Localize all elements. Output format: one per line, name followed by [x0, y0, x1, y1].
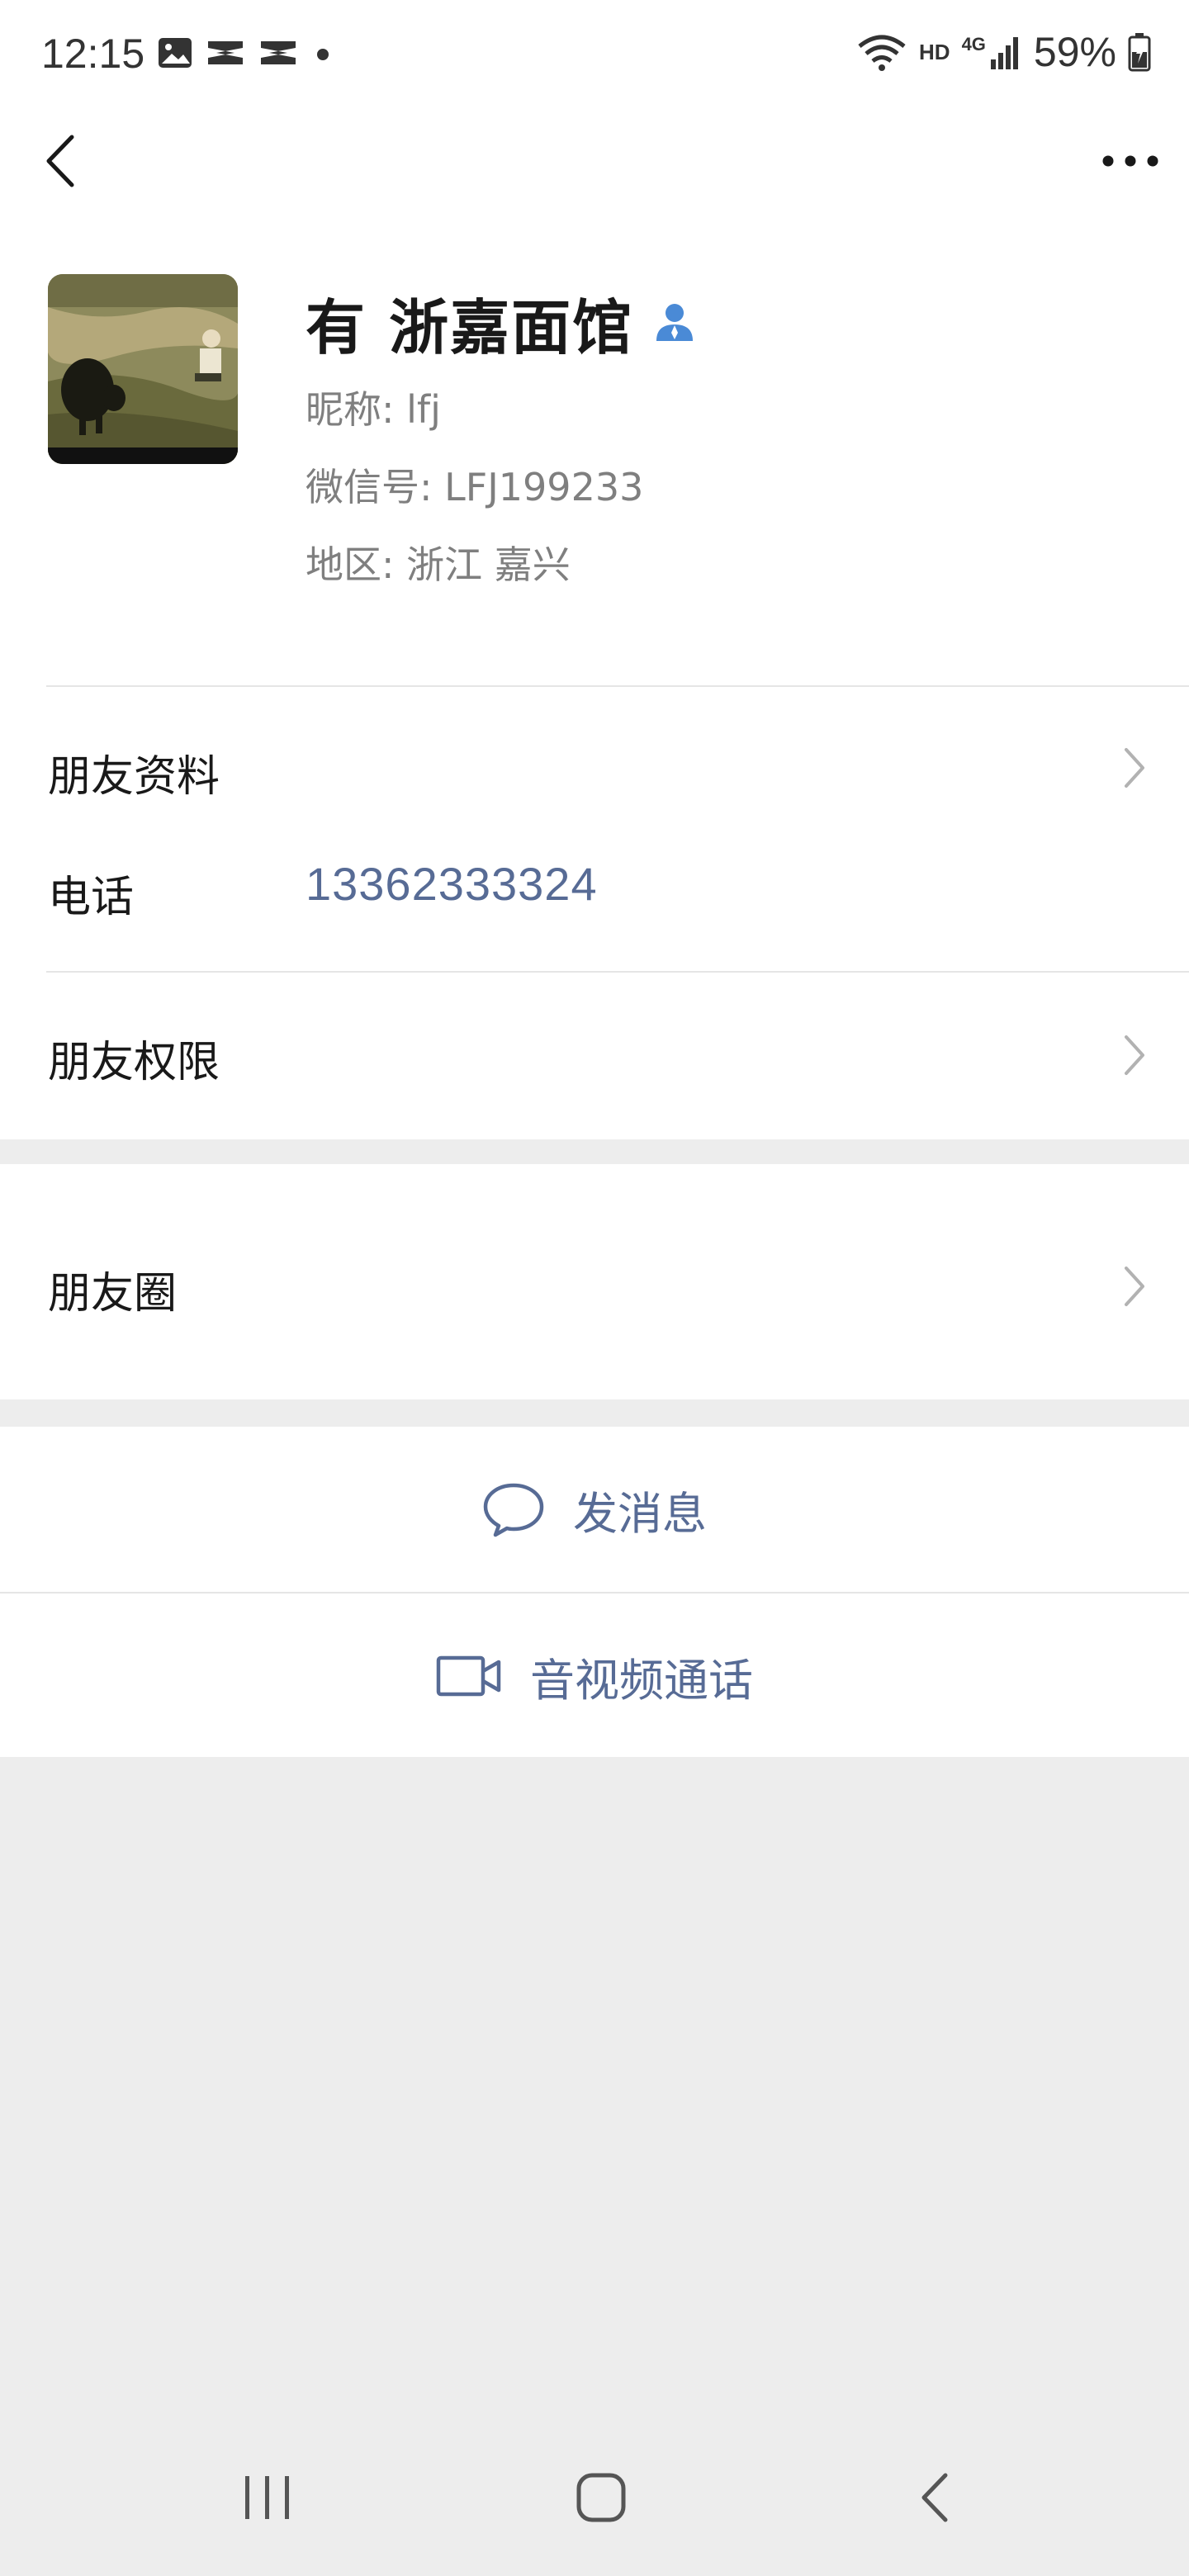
display-name: 有 浙嘉面馆 — [306, 293, 634, 362]
wifi-icon — [858, 35, 906, 71]
region-value: 浙江 嘉兴 — [406, 542, 571, 587]
friend-info-label: 朋友资料 — [48, 752, 220, 802]
moments-row[interactable]: 朋友圈 — [0, 1164, 1189, 1399]
region-line: 地区: 浙江 嘉兴 — [306, 535, 571, 590]
network-label: HD — [919, 39, 950, 64]
wechat-id-line: 微信号: LFJ199233 — [306, 457, 643, 512]
friend-permissions-label: 朋友权限 — [48, 1038, 220, 1087]
notification-icons — [157, 36, 335, 69]
status-bar: 12:15 HD 4G 59% — [0, 0, 1189, 107]
dot-icon — [317, 49, 329, 60]
status-time: 12:15 — [41, 31, 145, 77]
chevron-left-icon — [46, 135, 74, 187]
capcut-icon — [208, 41, 243, 64]
wechat-id-label: 微信号: — [306, 465, 445, 509]
battery-text: 59% — [1033, 29, 1116, 75]
video-call-label: 音视频通话 — [530, 1654, 753, 1707]
name-row: 有 浙嘉面馆 — [306, 279, 698, 366]
chevron-right-icon — [1125, 1267, 1144, 1306]
actions-section: 发消息 音视频通话 — [0, 1427, 1189, 1757]
system-back-button[interactable] — [885, 2460, 984, 2535]
battery-icon — [1128, 33, 1151, 72]
chevron-right-icon — [1125, 1035, 1144, 1075]
moments-section: 朋友圈 — [0, 1164, 1189, 1399]
friend-permissions-row[interactable]: 朋友权限 — [0, 973, 1189, 1138]
back-icon — [921, 2473, 948, 2522]
chevron-right-icon — [1125, 748, 1144, 788]
info-section: 朋友资料 电话 13362333324 朋友权限 — [0, 685, 1189, 1139]
chat-bubble-icon — [483, 1483, 544, 1537]
recent-apps-button[interactable] — [218, 2460, 317, 2535]
signal-label: 4G — [961, 34, 986, 54]
nickname-value: lfj — [406, 387, 441, 432]
recent-apps-icon — [245, 2476, 289, 2519]
capcut-icon — [261, 41, 296, 64]
wechat-id-value[interactable]: LFJ199233 — [444, 465, 643, 509]
avatar-photo — [48, 274, 238, 464]
verified-contact-icon — [656, 303, 694, 341]
profile-header: 有 浙嘉面馆 昵称: lfj 微信号: LFJ199233 地区: 浙江 嘉兴 — [0, 215, 1189, 685]
video-camera-icon — [436, 1655, 501, 1697]
top-nav-bar — [0, 107, 1189, 215]
more-horizontal-icon — [1102, 155, 1158, 167]
home-icon — [576, 2473, 626, 2522]
avatar[interactable] — [48, 274, 238, 464]
back-button[interactable] — [31, 132, 89, 190]
home-button[interactable] — [552, 2460, 651, 2535]
image-icon — [159, 38, 192, 68]
status-right: HD 4G 59% — [856, 28, 1151, 76]
phone-label: 电话 — [48, 873, 135, 922]
send-message-button[interactable]: 发消息 — [0, 1427, 1189, 1592]
video-call-button[interactable]: 音视频通话 — [0, 1593, 1189, 1759]
nickname-line: 昵称: lfj — [306, 380, 441, 434]
system-nav-bar — [0, 2411, 1189, 2576]
phone-number-link[interactable]: 13362333324 — [306, 857, 598, 911]
phone-row: 电话 13362333324 — [0, 809, 1189, 933]
nickname-label: 昵称: — [306, 387, 407, 432]
more-options-button[interactable] — [1093, 132, 1168, 190]
region-label: 地区: — [306, 542, 407, 587]
signal-icon — [990, 37, 1018, 69]
moments-label: 朋友圈 — [48, 1269, 178, 1319]
send-message-label: 发消息 — [573, 1487, 707, 1540]
